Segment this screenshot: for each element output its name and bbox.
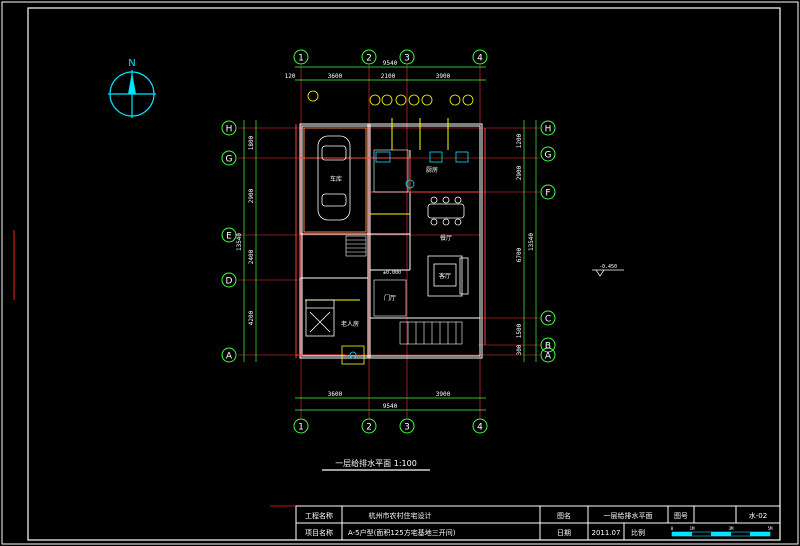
scale-tick-5: 5M xyxy=(768,526,773,531)
dim-right-5: 300 xyxy=(516,344,523,355)
axis-label-bottom-2: 2 xyxy=(366,423,372,433)
elevation-outdoor: -0.450 xyxy=(599,264,617,270)
axis-label-left-E: E xyxy=(226,232,232,242)
axis-label-left-G: G xyxy=(226,155,233,165)
elevation-interior: ±0.000 xyxy=(383,270,401,276)
axis-label-left-H: H xyxy=(226,125,233,135)
axis-label-right-A: A xyxy=(545,352,552,362)
kitchen-fixtures xyxy=(375,151,469,189)
dim-top-overall: 9540 xyxy=(383,60,398,67)
label-item-name: 项目名称 xyxy=(305,528,333,537)
drawing-title: 一层给排水平面 1:100 xyxy=(335,458,417,468)
building-walls xyxy=(299,123,483,359)
north-label: N xyxy=(128,58,135,69)
north-arrow: N xyxy=(108,58,156,118)
room-label-living: 客厅 xyxy=(439,272,451,280)
axis-label-bottom-4: 4 xyxy=(477,423,483,433)
axis-label-top-4: 4 xyxy=(477,54,483,64)
value-figure-name: 一层给排水平面 xyxy=(604,511,653,520)
dim-bottom-2: 3900 xyxy=(436,391,451,398)
axis-label-left-D: D xyxy=(226,277,233,287)
dim-left-4: 4200 xyxy=(248,310,255,325)
axis-grid xyxy=(238,65,540,418)
axis-label-bottom-3: 3 xyxy=(404,423,410,433)
axis-label-top-1: 1 xyxy=(298,54,304,64)
dim-top-edge: 120 xyxy=(285,73,296,80)
stairs xyxy=(345,235,367,257)
scale-tick-1: 1M xyxy=(690,526,695,531)
label-figure-name: 图名 xyxy=(557,511,571,520)
axis-labels-left: H G E D A xyxy=(226,125,233,362)
label-figure-no: 图号 xyxy=(674,512,688,520)
bedroom-bed xyxy=(305,299,335,337)
title-block-texts: 工程名称 杭州市农村住宅设计 项目名称 A-5户型(面积125方宅基地三开间) … xyxy=(305,511,767,537)
room-label-hall: 门厅 xyxy=(384,294,396,302)
axis-label-right-F: F xyxy=(545,189,550,199)
dim-bottom-overall: 9540 xyxy=(383,403,398,410)
value-figure-no: 水-02 xyxy=(749,511,767,520)
label-project-name: 工程名称 xyxy=(305,511,333,520)
dim-right-2: 2900 xyxy=(516,165,523,180)
axis-label-bottom-1: 1 xyxy=(298,423,304,433)
kitchen-area xyxy=(373,149,409,193)
axis-labels-bottom: 1 2 3 4 xyxy=(298,423,483,433)
axis-label-top-2: 2 xyxy=(366,54,372,64)
entrance-steps xyxy=(399,321,463,345)
dim-left-1: 1800 xyxy=(248,135,255,150)
dim-right-1: 1200 xyxy=(516,133,523,148)
room-label-garage: 车库 xyxy=(330,175,342,183)
dim-right-3: 6700 xyxy=(516,247,523,262)
label-date: 日期 xyxy=(557,529,571,537)
axis-bubbles-bottom xyxy=(293,418,488,434)
dim-left-overall: 13540 xyxy=(236,233,243,251)
dim-left-2: 2900 xyxy=(248,188,255,203)
graphic-scale-bar xyxy=(671,531,771,537)
room-label-bedroom: 老人房 xyxy=(341,320,359,328)
dim-left-3: 2400 xyxy=(248,249,255,264)
axis-label-right-C: C xyxy=(545,315,551,325)
scale-tick-3: 3M xyxy=(729,526,734,531)
room-label-dining: 餐厅 xyxy=(440,234,452,242)
axis-label-left-A: A xyxy=(226,352,233,362)
outdoor-elevation-marker xyxy=(592,269,624,277)
value-item-name: A-5户型(面积125方宅基地三开间) xyxy=(348,528,456,537)
scale-tick-0: 0 xyxy=(671,526,674,531)
dim-right-4: 1500 xyxy=(516,323,523,338)
axis-label-right-G: G xyxy=(545,151,552,161)
axis-labels-right: H G F C B A xyxy=(545,125,552,362)
cad-drawing: N 1 2 3 4 1 2 3 4 H G E D A H G F C B A … xyxy=(1,1,799,545)
fixture-symbols-top xyxy=(307,90,474,106)
dim-top-2: 2100 xyxy=(381,73,396,80)
value-project-name: 杭州市农村住宅设计 xyxy=(369,511,432,520)
dim-bottom-1: 3600 xyxy=(328,391,343,398)
dim-top-1: 3600 xyxy=(328,73,343,80)
label-scale: 比例 xyxy=(631,528,645,537)
dimension-lines xyxy=(243,66,537,411)
axis-label-right-H: H xyxy=(545,125,552,135)
dim-right-overall: 13540 xyxy=(528,233,535,251)
axis-label-top-3: 3 xyxy=(404,54,410,64)
scale-bar-ticks: 0 1M 3M 5M xyxy=(671,526,773,531)
axis-label-right-B: B xyxy=(545,342,551,352)
room-label-kitchen: 厨房 xyxy=(426,166,438,174)
value-date: 2011.07 xyxy=(592,529,621,537)
dim-top-3: 3900 xyxy=(436,73,451,80)
dining-table xyxy=(427,196,465,226)
